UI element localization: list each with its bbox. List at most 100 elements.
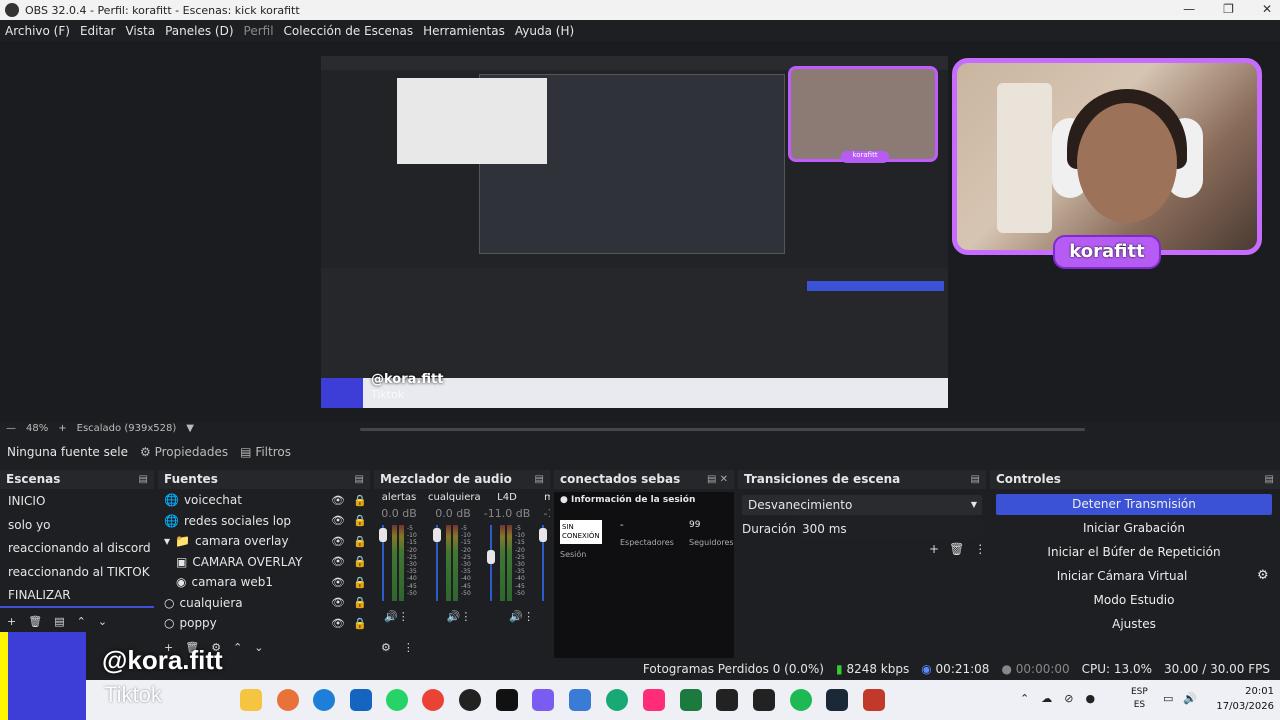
dock-controls[interactable]: ▤ ✕ <box>707 470 728 489</box>
volume-knob[interactable] <box>539 528 547 542</box>
source-item[interactable]: ○ cualquiera 👁 🔒 <box>164 593 370 614</box>
excel-icon[interactable] <box>680 689 702 711</box>
clock[interactable]: 20:01 17/03/2026 <box>1216 684 1274 714</box>
dock-float-icon[interactable]: ▤ <box>1265 470 1274 489</box>
capcut-icon[interactable] <box>716 689 738 711</box>
tiktok-studio-icon[interactable] <box>643 689 665 711</box>
source-item[interactable]: ◉ camara web1 👁 🔒 <box>164 572 370 593</box>
menu-perfil[interactable]: Perfil <box>244 24 274 38</box>
menu-ayuda[interactable]: Ayuda (H) <box>515 24 574 38</box>
stop-streaming-button[interactable]: Detener Transmisión <box>996 494 1272 515</box>
scene-item[interactable]: INICIO <box>0 490 154 514</box>
menu-archivo[interactable]: Archivo (F) <box>5 24 70 38</box>
whatsapp-icon[interactable] <box>386 689 408 711</box>
chrome-icon[interactable] <box>422 689 444 711</box>
eye-icon[interactable]: 👁 <box>331 514 345 527</box>
microphone-icon[interactable]: ● <box>1085 692 1095 705</box>
menu-vista[interactable]: Vista <box>125 24 155 38</box>
network-off-icon[interactable]: ⊘ <box>1064 692 1073 705</box>
trash-icon[interactable]: 🗑 <box>949 542 964 556</box>
source-item[interactable]: ○ poppy 👁 🔒 <box>164 613 370 634</box>
lock-icon[interactable]: 🔒 <box>350 576 370 589</box>
scene-item[interactable]: reaccionando al discord <box>0 537 154 561</box>
lock-icon[interactable]: 🔒 <box>350 535 370 548</box>
add-icon[interactable]: + <box>929 542 939 556</box>
source-group[interactable]: ▾ 📁 camara overlay 👁 🔒 <box>164 531 370 552</box>
lock-icon[interactable]: 🔒 <box>350 555 370 568</box>
minimize-icon[interactable]: — <box>1183 2 1195 16</box>
speaker-icon[interactable]: 🔊⋮ <box>447 610 472 623</box>
browser-icon[interactable] <box>606 689 628 711</box>
steam-icon[interactable] <box>826 689 848 711</box>
source-item[interactable]: ▣ CAMARA OVERLAY 👁 🔒 <box>164 552 370 573</box>
scene-item[interactable]: FINALIZAR <box>0 584 154 608</box>
copilot-icon[interactable] <box>277 689 299 711</box>
eye-icon[interactable]: 👁 <box>331 535 345 548</box>
scene-item[interactable]: solo yo <box>0 514 154 538</box>
dock-float-icon[interactable]: ▤ <box>139 470 148 489</box>
settings-button[interactable]: Ajustes <box>996 614 1272 635</box>
dock-float-icon[interactable]: ▤ <box>971 470 980 489</box>
advanced-audio-icon[interactable]: ⚙ <box>381 641 391 654</box>
move-up-icon[interactable]: ⌃ <box>77 615 86 628</box>
move-down-icon[interactable]: ⌄ <box>98 615 107 628</box>
speaker-icon[interactable]: 🔊⋮ <box>509 610 534 623</box>
menu-coleccion[interactable]: Colección de Escenas <box>284 24 414 38</box>
move-up-icon[interactable]: ⌃ <box>233 641 242 654</box>
eye-icon[interactable]: 👁 <box>331 576 345 589</box>
start-virtual-camera-button[interactable]: Iniciar Cámara Virtual <box>996 566 1248 587</box>
display-icon[interactable]: ▭ <box>1163 692 1173 705</box>
scale-dropdown-icon[interactable]: ▼ <box>186 423 194 434</box>
eye-icon[interactable]: 👁 <box>331 617 345 630</box>
move-down-icon[interactable]: ⌄ <box>254 641 263 654</box>
lock-icon[interactable]: 🔒 <box>350 617 370 630</box>
lock-icon[interactable]: 🔒 <box>350 494 370 507</box>
virtual-camera-settings-icon[interactable]: ⚙ <box>1257 568 1269 583</box>
chevron-down-icon[interactable]: ▾ <box>164 534 170 548</box>
game-icon[interactable] <box>863 689 885 711</box>
menu-paneles[interactable]: Paneles (D) <box>165 24 233 38</box>
scene-item[interactable]: reaccionando al TIKTOK <box>0 561 154 585</box>
source-item[interactable]: 🌐 voicechat 👁 🔒 <box>164 490 370 511</box>
volume-knob[interactable] <box>433 528 441 542</box>
zoom-in-icon[interactable]: + <box>58 423 66 434</box>
eye-icon[interactable]: 👁 <box>331 596 345 609</box>
volume-knob[interactable] <box>379 528 387 542</box>
horizontal-scrollbar[interactable] <box>360 428 1085 431</box>
language-indicator[interactable]: ESP ES <box>1131 686 1148 712</box>
properties-button[interactable]: ⚙ Propiedades <box>140 445 228 459</box>
zoom-out-icon[interactable]: — <box>6 423 16 434</box>
more-icon[interactable]: ⋮ <box>974 542 986 556</box>
dock-float-icon[interactable]: ▤ <box>355 470 364 489</box>
transition-select[interactable]: Desvanecimiento ▼ <box>742 495 982 515</box>
tiktok-icon[interactable] <box>496 689 518 711</box>
preview-canvas[interactable]: korafitt @kora.fitt Tiktok korafitt <box>0 41 1280 422</box>
source-item[interactable]: 🌐 redes sociales lop 👁 🔒 <box>164 511 370 532</box>
notes-icon[interactable] <box>753 689 775 711</box>
menu-editar[interactable]: Editar <box>80 24 116 38</box>
filters-button[interactable]: ▤ Filtros <box>240 445 291 459</box>
store-icon[interactable] <box>350 689 372 711</box>
trash-icon[interactable]: 🗑 <box>28 615 42 628</box>
snipping-tool-icon[interactable] <box>532 689 554 711</box>
volume-icon[interactable]: 🔊 <box>1183 692 1197 705</box>
studio-mode-button[interactable]: Modo Estudio <box>996 590 1272 611</box>
lock-icon[interactable]: 🔒 <box>350 514 370 527</box>
maximize-icon[interactable]: ❐ <box>1223 2 1234 16</box>
spotify-icon[interactable] <box>790 689 812 711</box>
filter-icon[interactable]: ▤ <box>54 615 64 628</box>
file-explorer-icon[interactable] <box>240 689 262 711</box>
lock-icon[interactable]: 🔒 <box>350 596 370 609</box>
close-icon[interactable]: ✕ <box>1262 2 1272 16</box>
duration-field[interactable]: 300 ms <box>798 519 982 539</box>
volume-knob[interactable] <box>487 550 495 564</box>
obs-icon[interactable] <box>459 689 481 711</box>
speaker-icon[interactable]: 🔊⋮ <box>384 610 409 623</box>
edge-icon[interactable] <box>313 689 335 711</box>
chevron-up-icon[interactable]: ⌃ <box>1020 692 1029 705</box>
eye-icon[interactable]: 👁 <box>331 494 345 507</box>
start-replay-buffer-button[interactable]: Iniciar el Búfer de Repetición <box>996 542 1272 563</box>
eye-icon[interactable]: 👁 <box>331 555 345 568</box>
start-recording-button[interactable]: Iniciar Grabación <box>996 518 1272 539</box>
dock-float-icon[interactable]: ▤ <box>535 470 544 489</box>
